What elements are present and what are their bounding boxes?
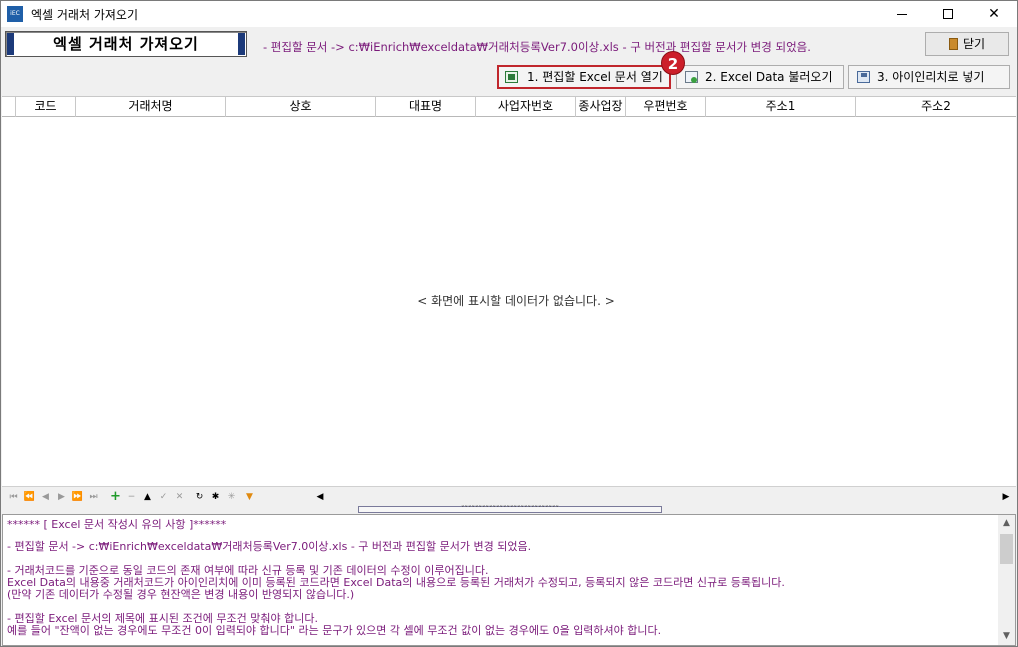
note-line: ****** [ Excel 문서 작성시 유의 사항 ]****** xyxy=(7,518,227,531)
toolbar: 1. 편집할 Excel 문서 열기 2. Excel Data 불러오기 3.… xyxy=(1,63,1017,93)
open-excel-button[interactable]: 1. 편집할 Excel 문서 열기 xyxy=(497,65,671,89)
column-header[interactable]: 주소1 xyxy=(706,97,856,117)
maximize-button[interactable] xyxy=(925,1,971,27)
add-record-icon[interactable]: + xyxy=(108,490,123,504)
minimize-button[interactable] xyxy=(879,1,925,27)
document-load-icon xyxy=(685,71,698,83)
filter-icon[interactable]: ▼ xyxy=(242,490,257,504)
column-header[interactable]: 상호 xyxy=(226,97,376,117)
title-cap-left xyxy=(7,33,14,55)
close-icon: ✕ xyxy=(988,6,1000,22)
scroll-down-icon[interactable]: ▼ xyxy=(998,628,1015,645)
column-header[interactable]: 대표명 xyxy=(376,97,476,117)
last-record-icon[interactable]: ⏭ xyxy=(86,490,101,504)
delete-record-icon[interactable]: − xyxy=(124,490,139,504)
title-cap-right xyxy=(238,33,245,55)
note-line: (만약 기존 데이터가 수정될 경우 현잔액은 변경 내용이 반영되지 않습니다… xyxy=(7,588,355,601)
refresh-icon[interactable]: ↻ xyxy=(192,490,207,504)
scroll-thumb[interactable] xyxy=(328,490,998,504)
column-header[interactable]: 종사업장 xyxy=(576,97,626,117)
column-header[interactable]: 사업자번호 xyxy=(476,97,576,117)
prev-page-icon[interactable]: ⏪ xyxy=(22,490,37,504)
import-to-ienrich-label: 3. 아이인리치로 넣기 xyxy=(877,70,985,84)
header-row: 엑셀 거래처 가져오기 - 편집할 문서 -> c:₩iEnrich₩excel… xyxy=(1,27,1017,63)
notes-panel[interactable]: ****** [ Excel 문서 작성시 유의 사항 ]****** - 편집… xyxy=(2,514,1016,646)
open-excel-label: 1. 편집할 Excel 문서 열기 xyxy=(527,70,663,84)
import-to-ienrich-button[interactable]: 3. 아이인리치로 넣기 xyxy=(848,65,1010,89)
note-line: - 편집할 문서 -> c:₩iEnrich₩exceldata₩거래처등록Ve… xyxy=(7,540,532,553)
close-form-label: 닫기 xyxy=(962,37,986,51)
column-header[interactable]: 주소2 xyxy=(856,97,1016,117)
splitter-grip-icon[interactable]: ˅˅˅˅˅˅˅˅˅˅˅˅˅˅˅˅˅˅˅˅˅˅˅˅˅˅˅˅ xyxy=(358,506,662,513)
minimize-icon xyxy=(897,13,907,15)
load-excel-data-button[interactable]: 2. Excel Data 불러오기 xyxy=(676,65,844,89)
column-header[interactable]: 거래처명 xyxy=(76,97,226,117)
post-record-icon[interactable]: ✓ xyxy=(156,490,171,504)
grid-header: 코드 거래처명 상호 대표명 사업자번호 종사업장 우편번호 주소1 주소2 xyxy=(2,97,1016,117)
window-title: 엑셀 거래처 가져오기 xyxy=(31,8,138,22)
title-bar: iEC 엑셀 거래처 가져오기 ✕ xyxy=(1,1,1017,27)
door-icon xyxy=(948,38,958,50)
main-window: iEC 엑셀 거래처 가져오기 ✕ 엑셀 거래처 가져오기 - 편집할 문서 -… xyxy=(0,0,1018,647)
excel-icon xyxy=(505,71,518,83)
path-note: - 편집할 문서 -> c:₩iEnrich₩exceldata₩거래처등록Ve… xyxy=(263,40,811,54)
window-close-button[interactable]: ✕ xyxy=(971,1,1017,27)
bookmark-icon[interactable]: ✱ xyxy=(208,490,223,504)
grid-navigator: ⏮ ⏪ ◀ ▶ ⏩ ⏭ + − ▲ ✓ ✕ ↻ ✱ ✳ ▼ ◀ ▶ xyxy=(2,486,1016,506)
save-icon xyxy=(857,71,870,83)
maximize-icon xyxy=(943,9,953,19)
goto-bookmark-icon[interactable]: ✳ xyxy=(224,490,239,504)
row-indicator-header xyxy=(2,97,16,117)
prev-record-icon[interactable]: ◀ xyxy=(38,490,53,504)
note-line: 예를 들어 "잔액이 없는 경우에도 무조건 0이 입력되야 합니다" 라는 문… xyxy=(7,624,662,637)
vertical-scrollbar[interactable]: ▲ ▼ xyxy=(998,515,1015,645)
column-header[interactable]: 코드 xyxy=(16,97,76,117)
step-badge: 2 xyxy=(661,51,685,75)
app-icon: iEC xyxy=(7,6,23,22)
next-record-icon[interactable]: ▶ xyxy=(54,490,69,504)
cancel-edit-icon[interactable]: ✕ xyxy=(172,490,187,504)
next-page-icon[interactable]: ⏩ xyxy=(70,490,85,504)
load-excel-data-label: 2. Excel Data 불러오기 xyxy=(705,70,833,84)
horizontal-scrollbar[interactable]: ◀ ▶ xyxy=(312,489,1014,505)
data-grid[interactable]: 코드 거래처명 상호 대표명 사업자번호 종사업장 우편번호 주소1 주소2 <… xyxy=(2,96,1016,506)
scroll-right-icon[interactable]: ▶ xyxy=(998,489,1014,505)
edit-record-icon[interactable]: ▲ xyxy=(140,490,155,504)
page-title-text: 엑셀 거래처 가져오기 xyxy=(53,35,199,53)
page-title: 엑셀 거래처 가져오기 xyxy=(5,31,247,57)
empty-grid-message: < 화면에 표시할 데이터가 없습니다. > xyxy=(417,294,615,308)
vertical-scroll-thumb[interactable] xyxy=(1000,534,1013,564)
first-record-icon[interactable]: ⏮ xyxy=(6,490,21,504)
close-form-button[interactable]: 닫기 xyxy=(925,32,1009,56)
scroll-up-icon[interactable]: ▲ xyxy=(998,515,1015,532)
panel-splitter[interactable]: ˅˅˅˅˅˅˅˅˅˅˅˅˅˅˅˅˅˅˅˅˅˅˅˅˅˅˅˅ xyxy=(2,506,1016,514)
column-header[interactable]: 우편번호 xyxy=(626,97,706,117)
scroll-left-icon[interactable]: ◀ xyxy=(312,489,328,505)
